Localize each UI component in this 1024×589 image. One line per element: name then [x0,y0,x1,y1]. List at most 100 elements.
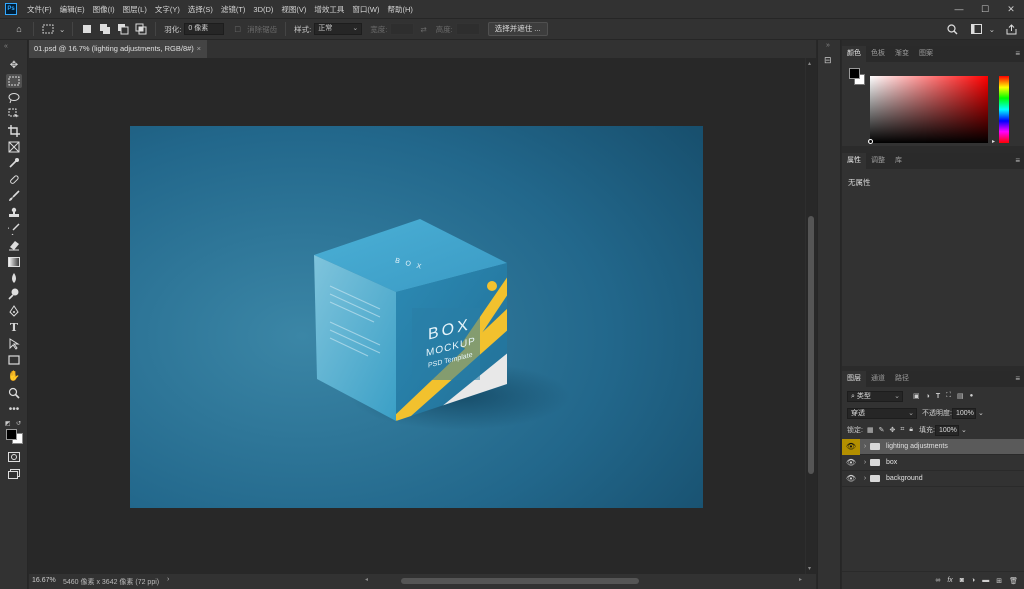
menu-type[interactable]: 文字(Y) [151,4,184,15]
horizontal-scrollbar[interactable] [369,577,769,585]
expand-chevron-icon[interactable]: › [860,459,870,466]
layer-row[interactable]: 👁︎ › lighting adjustments [842,438,1024,455]
lock-transparent-icon[interactable]: ▦ [867,426,874,434]
visibility-eye-icon[interactable]: 👁︎ [842,458,860,467]
style-select[interactable]: 正常 ⌄ [314,23,363,35]
blur-icon[interactable] [6,271,22,285]
dodge-icon[interactable] [6,287,22,301]
feather-input[interactable]: 0 像素 [184,23,225,35]
frame-icon[interactable] [6,140,22,154]
scroll-right-icon[interactable]: ▸ [799,576,802,583]
quick-mask-icon[interactable] [6,450,22,464]
subtract-selection-icon[interactable] [116,22,130,36]
new-layer-icon[interactable]: ⊞ [996,577,1002,585]
move-icon[interactable]: ✥ [6,58,22,72]
tab-libraries[interactable]: 库 [890,153,907,169]
menu-view[interactable]: 视图(V) [277,4,310,15]
type-icon[interactable]: T [6,320,22,334]
select-and-mask-button[interactable]: 选择并遮住 ... [487,22,548,36]
filter-smart-object-icon[interactable]: ▤ [957,392,964,400]
healing-icon[interactable] [6,173,22,187]
menu-filter[interactable]: 滤镜(T) [217,4,250,15]
zoom-level[interactable]: 16.67% [32,577,56,584]
hue-slider-handle-icon[interactable]: ▸ [992,138,995,145]
eraser-icon[interactable] [6,238,22,252]
tab-channels[interactable]: 通道 [866,371,890,387]
screen-mode-icon[interactable] [6,467,22,481]
menu-3d[interactable]: 3D(D) [249,5,277,14]
new-adjustment-icon[interactable]: ◑ [971,577,975,584]
filter-toggle-icon[interactable]: ● [970,393,974,399]
new-group-icon[interactable]: ▬ [982,577,989,584]
tab-color[interactable]: 颜色 [842,46,866,62]
fill-chevron-icon[interactable]: ⌄ [961,426,967,434]
status-menu-icon[interactable]: › [167,576,169,583]
menu-edit[interactable]: 编辑(E) [56,4,89,15]
panel-foreground-swatch[interactable] [849,68,860,79]
intersect-selection-icon[interactable] [134,22,148,36]
color-panel-menu-icon[interactable]: ≡ [1015,49,1020,58]
menu-file[interactable]: 文件(F) [23,4,56,15]
default-colors-icon[interactable]: ◩ [5,420,11,427]
swap-colors-icon[interactable]: ↺ [16,420,21,427]
horizontal-scroll-thumb[interactable] [401,578,639,584]
workspace-icon[interactable] [970,22,984,36]
document-tab[interactable]: 01.psd @ 16.7% (lighting adjustments, RG… [29,40,207,58]
layers-menu-icon[interactable]: ≡ [1015,374,1020,383]
hand-icon[interactable]: ✋ [6,369,22,383]
history-panel-icon[interactable]: ⊟ [824,55,840,66]
visibility-eye-icon[interactable]: 👁︎ [842,438,860,455]
preset-chevron-icon[interactable]: ⌄ [59,25,65,34]
workspace-chevron-icon[interactable]: ⌄ [989,25,995,34]
marquee-preset-icon[interactable] [41,22,55,36]
lock-image-icon[interactable]: ✎ [879,426,885,434]
tab-properties[interactable]: 属性 [842,153,866,169]
close-tab-icon[interactable]: × [197,40,201,58]
add-selection-icon[interactable] [98,22,112,36]
hue-slider[interactable] [999,76,1009,143]
properties-menu-icon[interactable]: ≡ [1015,156,1020,165]
tab-swatches[interactable]: 色板 [866,46,890,62]
search-icon[interactable] [946,22,960,36]
visibility-eye-icon[interactable]: 👁︎ [842,474,860,483]
share-icon[interactable] [1004,22,1018,36]
menu-help[interactable]: 帮助(H) [384,4,417,15]
delete-layer-icon[interactable]: 🗑︎ [1009,577,1018,585]
menu-select[interactable]: 选择(S) [184,4,217,15]
maximize-icon[interactable]: ☐ [972,0,998,18]
pen-icon[interactable] [6,304,22,318]
dock-expand-icon[interactable]: » [818,40,840,49]
tab-patterns[interactable]: 图案 [914,46,938,62]
filter-adjustment-icon[interactable]: ◑ [926,393,930,400]
more-icon[interactable]: ••• [6,402,22,416]
home-icon[interactable]: ⌂ [12,22,26,36]
rectangle-icon[interactable] [6,353,22,367]
tab-gradients[interactable]: 渐变 [890,46,914,62]
menu-image[interactable]: 图像(I) [89,4,119,15]
scroll-left-icon[interactable]: ◂ [365,576,368,583]
lock-position-icon[interactable]: ✥ [889,426,895,434]
filter-pixel-icon[interactable]: ▣ [913,392,920,400]
object-select-icon[interactable] [6,107,22,121]
add-mask-icon[interactable]: ◙ [960,577,964,584]
filter-shape-icon[interactable]: ⛶ [946,392,951,400]
height-input[interactable] [455,23,480,35]
fill-input[interactable]: 100% [934,424,959,436]
antialias-checkbox-icon[interactable]: ☐ [234,25,241,34]
saturation-brightness-field[interactable] [870,76,988,143]
tab-layers[interactable]: 图层 [842,371,866,387]
close-icon[interactable]: ✕ [998,0,1024,18]
layer-row[interactable]: 👁︎ › background [842,471,1024,487]
menu-window[interactable]: 窗口(W) [348,4,383,15]
width-input[interactable] [390,23,415,35]
crop-icon[interactable] [6,124,22,138]
tab-adjustments[interactable]: 调整 [866,153,890,169]
gradient-icon[interactable] [6,255,22,269]
history-brush-icon[interactable] [6,222,22,236]
lasso-icon[interactable] [6,91,22,105]
layer-row[interactable]: 👁︎ › box [842,455,1024,471]
scroll-down-icon[interactable]: ▾ [808,565,811,572]
menu-layer[interactable]: 图层(L) [119,4,151,15]
zoom-icon[interactable] [6,386,22,400]
vertical-scrollbar[interactable]: ▴ ▾ [805,58,816,574]
